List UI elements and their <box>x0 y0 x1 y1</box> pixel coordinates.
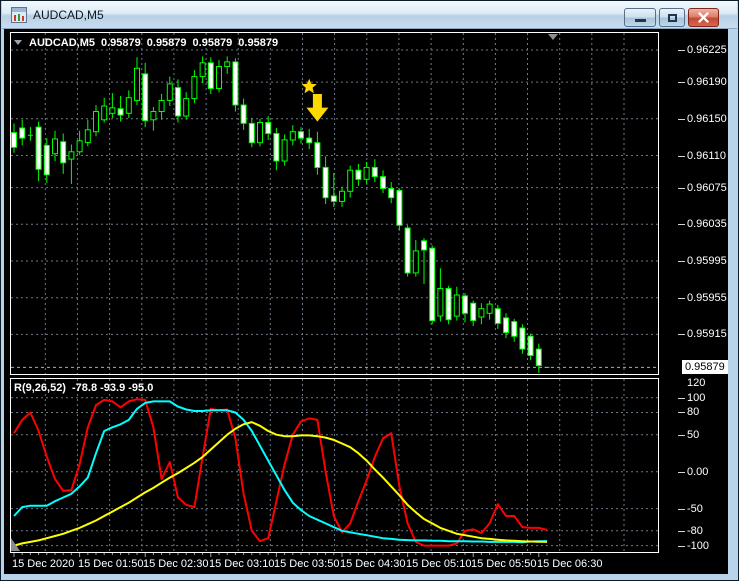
close-button[interactable] <box>688 8 719 27</box>
chart-client-area: AUDCAD,M5 0.95879 0.95879 0.95879 0.95879 R(… <box>4 29 728 574</box>
time-label: 15 Dec 03:50 <box>274 558 340 570</box>
price-tick <box>678 188 685 189</box>
indicator-tick-label: 80 <box>687 406 700 418</box>
indicator-tick-label: 50 <box>687 429 700 441</box>
time-label: 15 Dec 01:50 <box>78 558 144 570</box>
time-axis[interactable]: 15 Dec 2020 15 Dec 01:50 15 Dec 02:30 15 De… <box>10 553 659 574</box>
price-tick-label: 0.96110 <box>687 150 726 162</box>
price-tick-label: 0.96190 <box>687 76 727 88</box>
indicator-tick-label: -80 <box>687 525 703 537</box>
legend-high: 0.95879 <box>146 37 187 49</box>
minimize-icon <box>635 19 646 22</box>
price-tick <box>678 82 685 83</box>
price-tick <box>678 298 685 299</box>
current-price-label: 0.95879 <box>682 360 728 374</box>
close-icon <box>698 12 709 23</box>
indicator-tick-label: -50 <box>687 503 703 515</box>
price-tick <box>678 224 685 225</box>
restore-icon <box>668 14 677 22</box>
time-label: 15 Dec 06:30 <box>537 558 603 570</box>
williams-r-subchart[interactable] <box>10 378 659 553</box>
indicator-values: -78.8 -93.9 -95.0 <box>71 382 154 394</box>
indicator-tick <box>678 531 685 532</box>
indicator-tick-label: -100 <box>687 540 710 552</box>
price-tick-label: 0.95915 <box>687 328 727 340</box>
restore-button[interactable] <box>659 8 685 27</box>
indicator-legend: R(9,26,52) -78.8 -93.9 -95.0 <box>14 382 159 394</box>
time-label: 15 Dec 03:10 <box>209 558 275 570</box>
price-tick-label: 0.96035 <box>687 218 727 230</box>
price-tick-label: 0.95995 <box>687 255 727 267</box>
legend-close: 0.95879 <box>238 37 279 49</box>
price-tick <box>678 261 685 262</box>
indicator-tick <box>678 435 685 436</box>
price-tick-label: 0.95955 <box>687 292 727 304</box>
legend-low: 0.95879 <box>192 37 233 49</box>
legend-symbol: AUDCAD,M5 <box>29 37 95 49</box>
indicator-tick-label: 120 <box>687 377 706 389</box>
price-tick-label: 0.96075 <box>687 182 727 194</box>
indicator-tick-label: 100 <box>687 392 706 404</box>
time-label: 15 Dec 04:30 <box>340 558 406 570</box>
time-label: 15 Dec 02:30 <box>143 558 209 570</box>
mt4-chart-window: AUDCAD,M5 AUDCAD,M5 0.95879 0.95879 0.95879… <box>0 0 739 581</box>
time-label: 15 Dec 05:50 <box>471 558 537 570</box>
indicator-tick <box>678 412 685 413</box>
price-tick <box>678 50 685 51</box>
window-controls <box>624 8 719 27</box>
indicator-tick <box>678 546 685 547</box>
time-label: 15 Dec 2020 <box>12 558 75 570</box>
window-title: AUDCAD,M5 <box>33 8 104 22</box>
legend-open: 0.95879 <box>101 37 141 49</box>
price-tick <box>678 156 685 157</box>
chart-legend: AUDCAD,M5 0.95879 0.95879 0.95879 0.95879 <box>14 37 284 49</box>
time-label: 15 Dec 05:10 <box>406 558 472 570</box>
indicator-tick <box>678 509 685 510</box>
indicator-name: R(9,26,52) <box>14 382 66 394</box>
indicator-tick-label: 0.00 <box>687 466 709 478</box>
indicator-tick <box>678 472 685 473</box>
price-tick-label: 0.96150 <box>687 113 727 125</box>
chart-window-icon <box>11 7 27 23</box>
indicator-tick <box>678 398 685 399</box>
title-bar[interactable]: AUDCAD,M5 <box>2 1 737 29</box>
price-chart[interactable] <box>10 32 659 375</box>
price-tick-label: 0.96225 <box>687 44 727 56</box>
price-tick <box>678 119 685 120</box>
price-tick <box>678 334 685 335</box>
price-axis[interactable]: 0.96225 0.96190 0.96150 0.96110 0.96075 0.960… <box>658 29 728 574</box>
chevron-down-icon <box>14 40 22 45</box>
minimize-button[interactable] <box>624 8 656 27</box>
